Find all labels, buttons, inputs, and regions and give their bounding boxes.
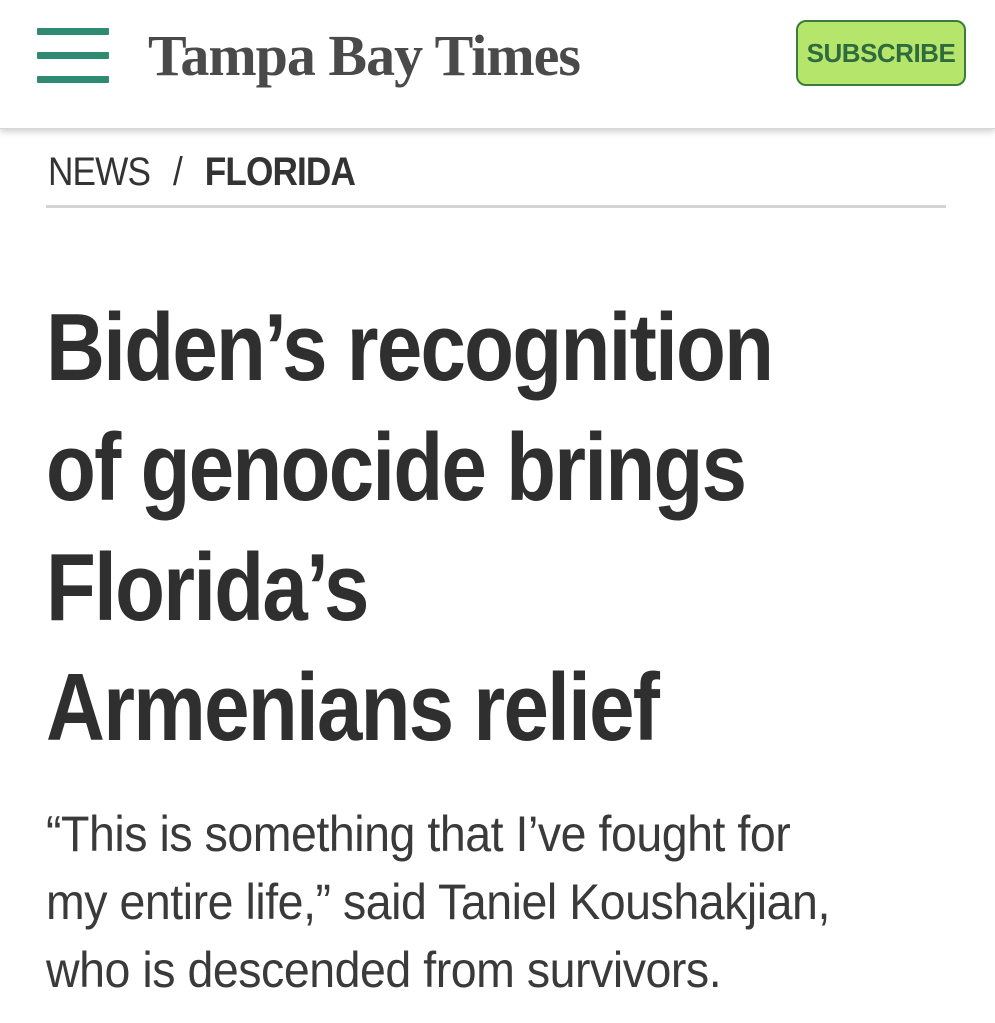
breadcrumb-divider — [46, 205, 946, 208]
dek-line: my entire life,” said Taniel Koushakjian… — [46, 874, 830, 930]
breadcrumb-news-link[interactable]: NEWS — [48, 150, 151, 194]
site-header: Tampa Bay Times SUBSCRIBE — [0, 0, 995, 129]
breadcrumb-florida-link[interactable]: FLORIDA — [205, 150, 356, 194]
site-logo[interactable]: Tampa Bay Times — [148, 18, 581, 94]
headline-line: Florida’s — [46, 534, 369, 641]
menu-bar-top — [37, 28, 109, 35]
subscribe-button[interactable]: SUBSCRIBE — [796, 20, 966, 86]
headline-line: Armenians relief — [46, 654, 660, 761]
menu-bar-bottom — [37, 76, 109, 83]
article-dek: “This is something that I’ve fought for … — [46, 800, 946, 1004]
menu-bar-middle — [37, 52, 109, 59]
headline-line: of genocide brings — [46, 414, 747, 521]
headline-line: Biden’s recognition — [46, 294, 774, 401]
dek-line: “This is something that I’ve fought for — [46, 806, 791, 862]
dek-line: who is descended from survivors. — [46, 942, 722, 998]
breadcrumb: NEWS / FLORIDA — [48, 144, 356, 200]
hamburger-menu-icon[interactable] — [37, 28, 109, 84]
article-headline: Biden’s recognition of genocide brings F… — [46, 288, 946, 768]
breadcrumb-separator: / — [172, 150, 183, 194]
